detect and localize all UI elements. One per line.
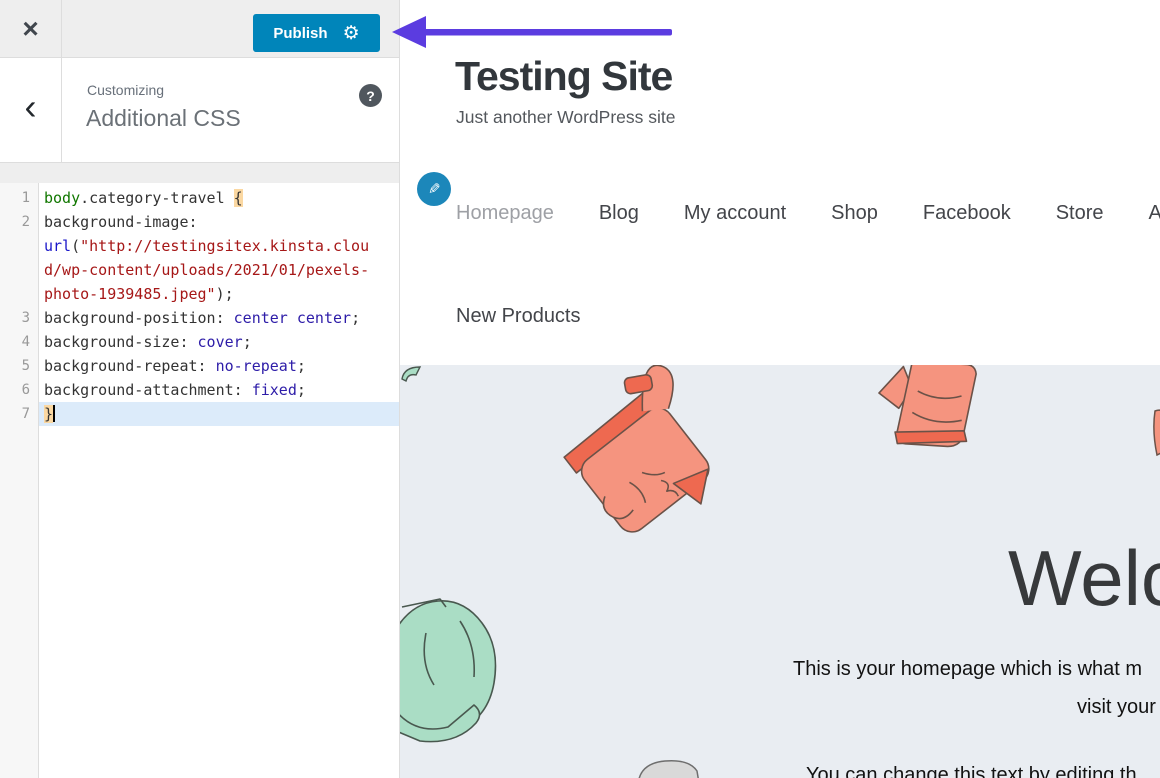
code-line[interactable]: background-size: cover;: [39, 330, 399, 354]
code-row: 6background-attachment: fixed;: [0, 378, 399, 402]
nav-item-store[interactable]: Store: [1056, 202, 1104, 225]
line-number: 7: [0, 402, 39, 426]
gear-icon[interactable]: ⚙: [343, 24, 360, 43]
nav-item-new-products[interactable]: New Products: [456, 305, 581, 328]
panel-kicker: Customizing: [87, 82, 164, 98]
customizer-topbar: × Publish ⚙: [0, 0, 399, 58]
hero-paragraph-line2: visit your: [1077, 696, 1156, 719]
nav-item-homepage[interactable]: Homepage: [456, 202, 554, 225]
chevron-left-icon: ‹: [25, 86, 37, 128]
question-icon: ?: [366, 89, 375, 103]
line-number: 5: [0, 354, 39, 378]
line-number: [0, 282, 39, 306]
code-line[interactable]: background-attachment: fixed;: [39, 378, 399, 402]
hero-heading: Welco: [1008, 533, 1160, 624]
code-row: 4background-size: cover;: [0, 330, 399, 354]
back-button[interactable]: ‹: [0, 58, 62, 162]
nav-item-a[interactable]: A: [1149, 202, 1160, 225]
code-line[interactable]: photo-1939485.jpeg");: [39, 282, 399, 306]
edit-menu-button[interactable]: ✎: [417, 172, 451, 206]
code-row: 3background-position: center center;: [0, 306, 399, 330]
code-line[interactable]: background-image:: [39, 210, 399, 234]
hero-paragraph-line1: This is your homepage which is what m: [793, 658, 1142, 681]
additional-css-editor[interactable]: 1body.category-travel {2background-image…: [0, 183, 399, 778]
customizer-sidebar: × Publish ⚙ ‹ Customizing Additional CSS…: [0, 0, 400, 778]
mint-sweater-illustration: [400, 593, 521, 753]
gray-cap-illustration: [633, 755, 708, 778]
publish-button[interactable]: Publish ⚙: [253, 14, 380, 52]
line-number: 4: [0, 330, 39, 354]
help-button[interactable]: ?: [359, 84, 382, 107]
code-line[interactable]: d/wp-content/uploads/2021/01/pexels-: [39, 258, 399, 282]
code-row: 2background-image:: [0, 210, 399, 234]
site-tagline: Just another WordPress site: [456, 107, 676, 128]
panel-header: ‹ Customizing Additional CSS ?: [0, 58, 399, 163]
panel-divider: [0, 163, 399, 183]
site-title: Testing Site: [455, 53, 672, 100]
line-number: 3: [0, 306, 39, 330]
coral-hoodie-illustration: [545, 365, 745, 560]
close-icon: ×: [22, 15, 38, 43]
publish-label: Publish: [273, 25, 327, 42]
primary-nav: Homepage Blog My account Shop Facebook Store A: [456, 202, 1160, 225]
code-row: photo-1939485.jpeg");: [0, 282, 399, 306]
code-row: url("http://testingsitex.kinsta.clou: [0, 234, 399, 258]
coral-edge-illustration: [1152, 407, 1160, 459]
code-line[interactable]: }: [39, 402, 399, 426]
code-line[interactable]: background-position: center center;: [39, 306, 399, 330]
close-button[interactable]: ×: [0, 0, 62, 57]
line-number: [0, 234, 39, 258]
line-number: [0, 258, 39, 282]
mint-corner-illustration: [400, 365, 422, 383]
code-line[interactable]: body.category-travel {: [39, 186, 399, 210]
nav-item-blog[interactable]: Blog: [599, 202, 639, 225]
nav-item-facebook[interactable]: Facebook: [923, 202, 1011, 225]
secondary-nav: New Products: [456, 305, 581, 328]
code-row: d/wp-content/uploads/2021/01/pexels-: [0, 258, 399, 282]
editor-code-rows: 1body.category-travel {2background-image…: [0, 186, 399, 426]
panel-title: Additional CSS: [86, 105, 241, 132]
hero-section: Welco This is your homepage which is wha…: [400, 365, 1160, 778]
text-cursor: [53, 405, 55, 422]
line-number: 1: [0, 186, 39, 210]
pencil-icon: ✎: [428, 180, 441, 198]
code-row: 7}: [0, 402, 399, 426]
line-number: 2: [0, 210, 39, 234]
code-row: 1body.category-travel {: [0, 186, 399, 210]
site-preview: Testing Site Just another WordPress site…: [400, 0, 1160, 778]
hero-paragraph-line3: You can change this text by editing th: [806, 764, 1137, 778]
code-line[interactable]: background-repeat: no-repeat;: [39, 354, 399, 378]
nav-item-my-account[interactable]: My account: [684, 202, 786, 225]
coral-tshirt-illustration: [855, 365, 1015, 480]
line-number: 6: [0, 378, 39, 402]
nav-item-shop[interactable]: Shop: [831, 202, 878, 225]
code-row: 5background-repeat: no-repeat;: [0, 354, 399, 378]
code-line[interactable]: url("http://testingsitex.kinsta.clou: [39, 234, 399, 258]
